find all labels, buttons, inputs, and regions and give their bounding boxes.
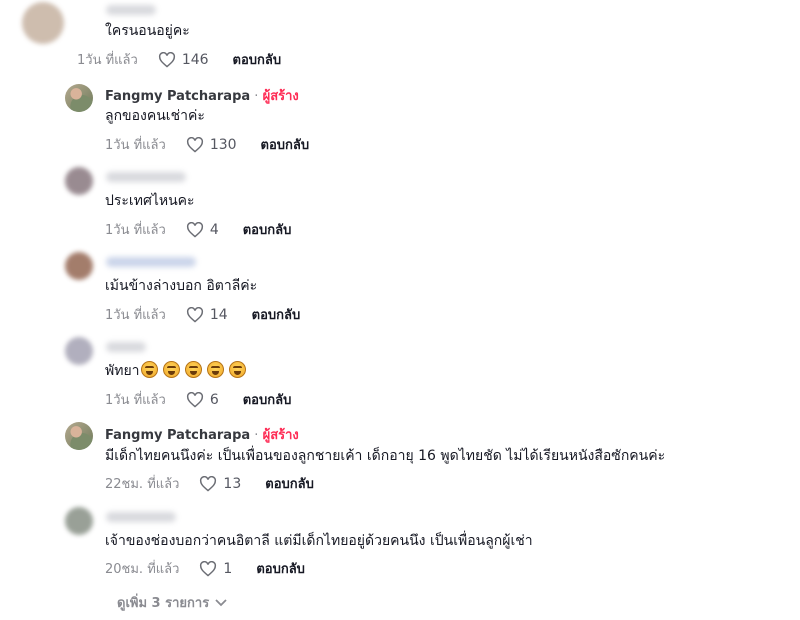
author-username[interactable]: Fangmy Patcharapa [105, 89, 250, 104]
comment-time: 1วัน ที่แล้ว [105, 308, 166, 323]
like-button[interactable]: 1 [199, 560, 233, 577]
creator-badge: ผู้สร้าง [262, 89, 299, 104]
author-name-blurred[interactable] [106, 172, 186, 182]
separator: · [250, 89, 263, 104]
laughing-face-emoji [206, 361, 224, 378]
like-button[interactable]: 130 [186, 136, 237, 153]
comment-time: 20ชม. ที่แล้ว [105, 562, 180, 577]
like-count: 146 [181, 51, 209, 68]
laughing-face-emoji [228, 361, 246, 378]
reply-button[interactable]: ตอบกลับ [261, 134, 310, 155]
comment-time: 22ชม. ที่แล้ว [105, 477, 180, 492]
heart-outline-icon [200, 560, 217, 577]
chevron-down-icon [215, 598, 227, 606]
avatar[interactable] [65, 84, 93, 112]
avatar[interactable] [65, 422, 93, 450]
reply-button[interactable]: ตอบกลับ [265, 473, 314, 494]
comment-text: พัทยา [105, 360, 246, 382]
avatar[interactable] [65, 337, 93, 365]
comment-time: 1วัน ที่แล้ว [105, 393, 166, 408]
author-name-blurred[interactable] [106, 257, 196, 267]
comment-time: 1วัน ที่แล้ว [105, 223, 166, 238]
reply-button[interactable]: ตอบกลับ [243, 219, 292, 240]
like-count: 6 [209, 391, 219, 408]
avatar[interactable] [22, 2, 64, 44]
author-name-blurred[interactable] [106, 342, 146, 352]
comment-time: 1วัน ที่แล้ว [77, 53, 138, 68]
heart-outline-icon [158, 51, 175, 68]
heart-outline-icon [200, 475, 217, 492]
comment-text-body: พัทยา [105, 363, 140, 379]
like-count: 1 [223, 560, 233, 577]
reply-button[interactable]: ตอบกลับ [256, 558, 305, 579]
like-count: 14 [209, 306, 228, 323]
comment-text: มีเด็กไทยคนนึงค่ะ เป็นเพื่อนของลูกชายเค้… [105, 448, 666, 464]
heart-outline-icon [186, 221, 203, 238]
view-more-replies-button[interactable]: ดูเพิ่ม 3 รายการ [117, 592, 227, 613]
laughing-face-emoji [184, 361, 202, 378]
author-name[interactable]: Fangmy Patcharapa · ผู้สร้าง [105, 85, 299, 106]
comment-text: ลูกของคนเช่าค่ะ [105, 108, 205, 124]
comment-text: เม้นข้างล่างบอก อิตาลีค่ะ [105, 278, 258, 294]
comment-meta: 1วัน ที่แล้ว 4 ตอบกลับ [105, 219, 291, 240]
comment-meta: 1วัน ที่แล้ว 130 ตอบกลับ [105, 134, 309, 155]
view-more-label: ดูเพิ่ม 3 รายการ [117, 596, 210, 611]
like-button[interactable]: 6 [186, 391, 219, 408]
like-button[interactable]: 146 [158, 51, 209, 68]
author-name-blurred[interactable] [106, 512, 176, 522]
heart-outline-icon [186, 306, 203, 323]
separator: · [250, 428, 263, 443]
reply-button[interactable]: ตอบกลับ [252, 304, 301, 325]
heart-outline-icon [186, 391, 203, 408]
comment-time: 1วัน ที่แล้ว [105, 138, 166, 153]
author-username[interactable]: Fangmy Patcharapa [105, 428, 250, 443]
heart-outline-icon [186, 136, 203, 153]
comment-meta: 20ชม. ที่แล้ว 1 ตอบกลับ [105, 558, 305, 579]
like-button[interactable]: 14 [186, 306, 228, 323]
creator-badge: ผู้สร้าง [262, 428, 299, 443]
like-count: 130 [209, 136, 237, 153]
avatar[interactable] [65, 167, 93, 195]
reply-button[interactable]: ตอบกลับ [233, 49, 282, 70]
like-count: 4 [209, 221, 219, 238]
comment-text: เจ้าของช่องบอกว่าคนอิตาลี แต่มีเด็กไทยอย… [105, 533, 533, 549]
reply-button[interactable]: ตอบกลับ [243, 389, 292, 410]
comment-meta: 1วัน ที่แล้ว 6 ตอบกลับ [105, 389, 291, 410]
like-count: 13 [223, 475, 242, 492]
avatar[interactable] [65, 252, 93, 280]
like-button[interactable]: 13 [199, 475, 242, 492]
comment-text: ใครนอนอยู่คะ [105, 23, 190, 39]
laughing-face-emoji [140, 361, 158, 378]
laughing-face-emoji [162, 361, 180, 378]
author-name[interactable]: Fangmy Patcharapa · ผู้สร้าง [105, 424, 299, 445]
comment-meta: 1วัน ที่แล้ว 146 ตอบกลับ [77, 49, 281, 70]
author-name-blurred[interactable] [106, 5, 156, 15]
comment-text: ประเทศไหนคะ [105, 193, 195, 209]
comment-meta: 1วัน ที่แล้ว 14 ตอบกลับ [105, 304, 300, 325]
like-button[interactable]: 4 [186, 221, 219, 238]
avatar[interactable] [65, 507, 93, 535]
comment-meta: 22ชม. ที่แล้ว 13 ตอบกลับ [105, 473, 314, 494]
